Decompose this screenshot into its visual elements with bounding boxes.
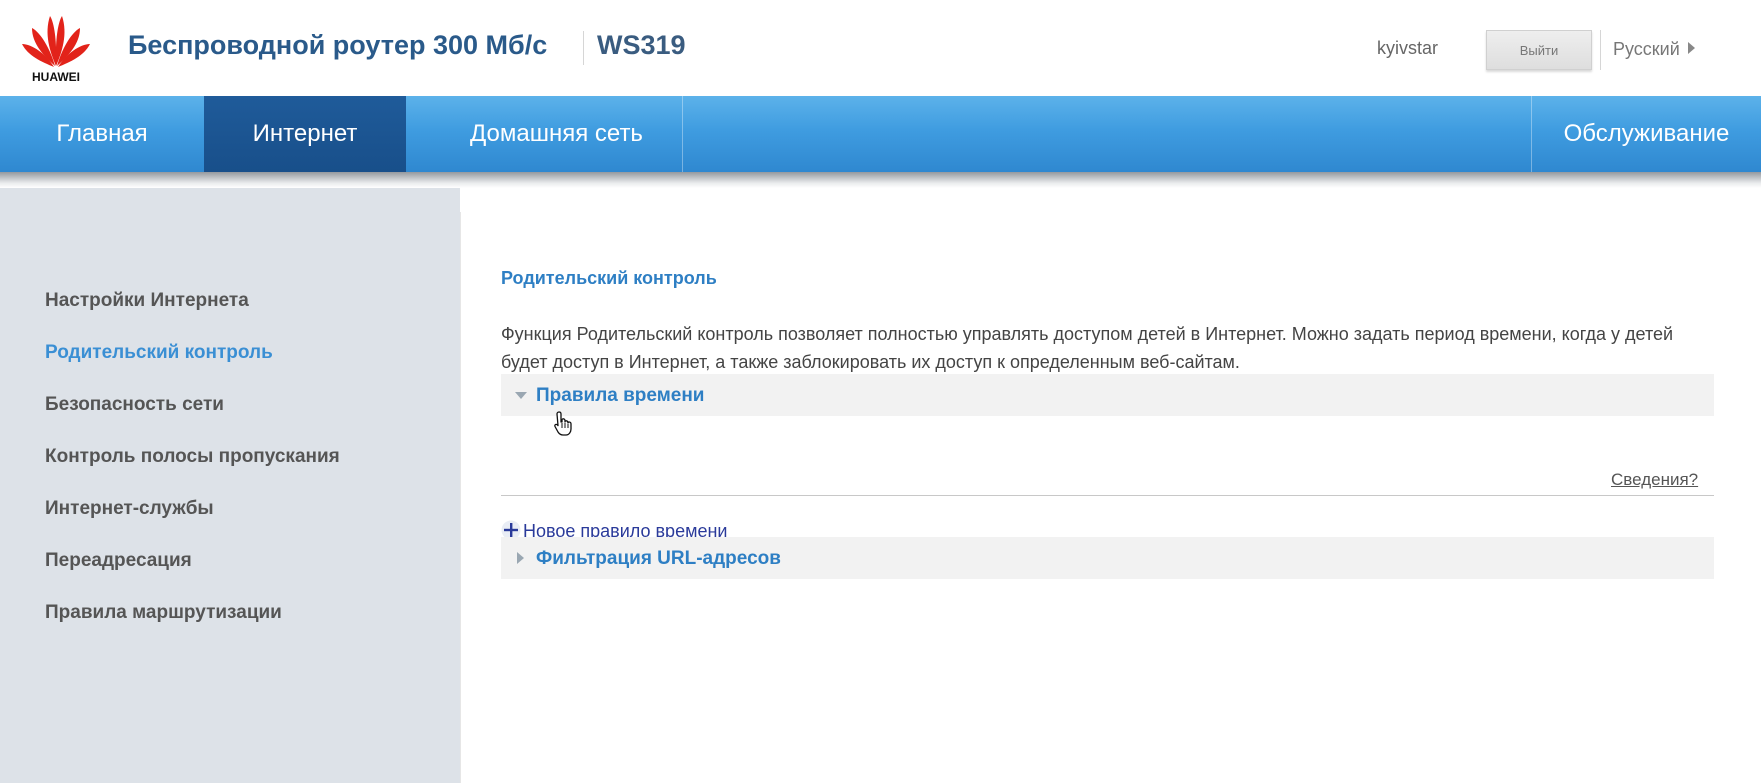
nav-divider	[682, 96, 683, 172]
time-rules-label[interactable]: Правила времени	[536, 385, 705, 407]
tab-home-network[interactable]: Домашняя сеть	[406, 96, 681, 172]
huawei-logo: HUAWEI	[20, 10, 92, 86]
header: HUAWEI Беспроводной роутер 300 Мб/с WS31…	[0, 0, 1761, 96]
triangle-down-icon	[515, 392, 527, 399]
nav-shadow	[0, 172, 1761, 188]
page-title: Родительский контроль	[501, 268, 717, 288]
sidebar-item-parental-control[interactable]: Родительский контроль	[45, 342, 273, 364]
chevron-right-icon	[1687, 42, 1695, 54]
username: kyivstar	[1377, 38, 1439, 58]
url-filter-section[interactable]: Фильтрация URL-адресов	[501, 537, 1714, 579]
logo-text: HUAWEI	[32, 70, 80, 84]
sidebar-item-internet-settings[interactable]: Настройки Интернета	[45, 290, 249, 312]
sidebar-item-bandwidth-control[interactable]: Контроль полосы пропускания	[45, 446, 340, 468]
sidebar-item-forwarding[interactable]: Переадресация	[45, 550, 192, 572]
sidebar: Настройки Интернета Родительский контрол…	[0, 188, 460, 783]
model-name: WS319	[597, 30, 686, 60]
section-divider	[501, 495, 1714, 496]
sidebar-item-network-security[interactable]: Безопасность сети	[45, 394, 224, 416]
time-rules-section[interactable]: Правила времени	[501, 374, 1714, 416]
hand-cursor-icon	[554, 411, 572, 436]
triangle-right-icon	[517, 552, 524, 564]
main-nav: Главная Интернет Домашняя сеть Обслужива…	[0, 96, 1761, 172]
title-divider	[583, 31, 584, 65]
page-description: Функция Родительский контроль позволяет …	[501, 324, 1674, 372]
details-link[interactable]: Сведения?	[1611, 470, 1698, 490]
language-selector[interactable]: Русский	[1613, 39, 1695, 60]
tab-maintenance[interactable]: Обслуживание	[1532, 96, 1761, 172]
sidebar-item-routing-rules[interactable]: Правила маршрутизации	[45, 602, 282, 624]
tab-internet[interactable]: Интернет	[204, 96, 406, 172]
huawei-petals-icon	[22, 16, 90, 67]
tab-home[interactable]: Главная	[0, 96, 204, 172]
sidebar-item-internet-services[interactable]: Интернет-службы	[45, 498, 214, 520]
header-divider	[1600, 30, 1601, 70]
logout-button[interactable]: Выйти	[1486, 30, 1592, 70]
content-panel: Родительский контроль Функция Родительск…	[460, 212, 1753, 783]
language-label: Русский	[1613, 39, 1680, 59]
product-title: Беспроводной роутер 300 Мб/с	[128, 30, 548, 60]
url-filter-label[interactable]: Фильтрация URL-адресов	[536, 548, 781, 570]
